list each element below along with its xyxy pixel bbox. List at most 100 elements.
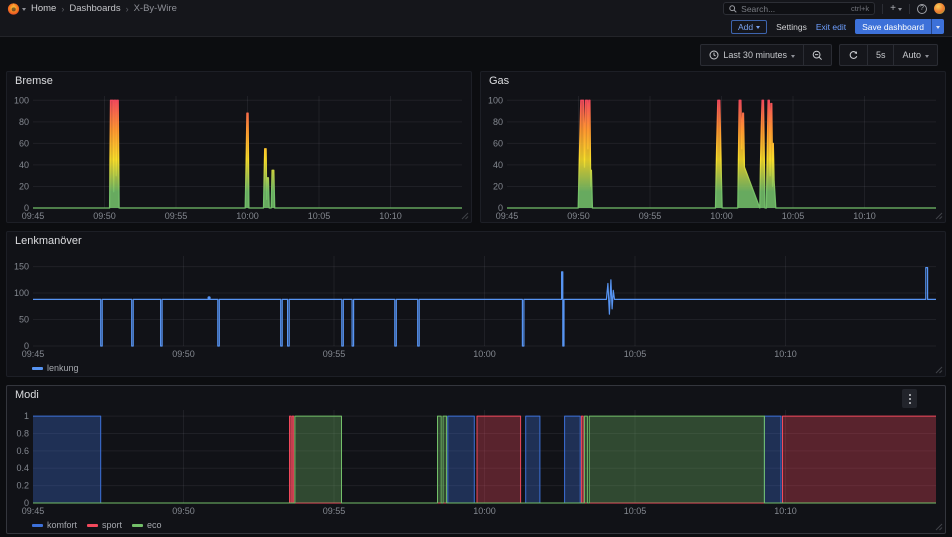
svg-text:80: 80 bbox=[493, 117, 503, 127]
panel-resize-handle[interactable] bbox=[935, 212, 943, 220]
clock-icon bbox=[709, 50, 719, 60]
exit-edit-button[interactable]: Exit edit bbox=[816, 22, 846, 32]
edit-toolbar: Add Settings Exit edit Save dashboard bbox=[0, 17, 952, 37]
legend-item-eco[interactable]: eco bbox=[132, 520, 162, 530]
panel-modi-title[interactable]: Modi bbox=[15, 389, 39, 401]
logo-chevron-down-icon bbox=[22, 8, 26, 13]
panel-bremse-title[interactable]: Bremse bbox=[15, 75, 53, 87]
breadcrumb-separator: › bbox=[61, 3, 65, 14]
svg-text:10:05: 10:05 bbox=[624, 349, 647, 359]
panel-row-2: Lenkmanöver 0 50 100 150 09:45 09:50 09:55 10:0… bbox=[6, 231, 946, 377]
panel-menu-kebab-icon[interactable] bbox=[902, 389, 917, 408]
panel-bremse-header: Bremse bbox=[7, 72, 471, 90]
svg-text:09:45: 09:45 bbox=[496, 211, 519, 221]
legend-label: komfort bbox=[47, 520, 78, 530]
panel-resize-handle[interactable] bbox=[935, 523, 943, 531]
svg-text:10:10: 10:10 bbox=[774, 506, 797, 516]
modi-chart[interactable]: 00.20.40.60.8109:45 09:50 09:55 10:00 10:05 1… bbox=[7, 404, 945, 517]
svg-text:1: 1 bbox=[24, 411, 29, 421]
panel-row-1: Bremse 0 20 40 60 80 100 09:45 09:50 09:55 10:00 1… bbox=[6, 71, 946, 223]
breadcrumb-current: X-By-Wire bbox=[133, 3, 177, 14]
svg-text:10:05: 10:05 bbox=[624, 506, 647, 516]
search-input-box[interactable]: ctrl+k bbox=[723, 2, 876, 15]
svg-text:10:10: 10:10 bbox=[853, 211, 876, 221]
panel-gas-title[interactable]: Gas bbox=[489, 75, 509, 87]
time-range-label: Last 30 minutes bbox=[723, 50, 787, 60]
auto-refresh-chevron-icon bbox=[925, 54, 929, 60]
svg-text:60: 60 bbox=[493, 138, 503, 148]
gas-chart[interactable]: 02040608010009:45 09:50 09:55 10:00 10:05 10:… bbox=[481, 90, 945, 222]
zoom-out-button[interactable] bbox=[802, 45, 831, 65]
panel-bremse: Bremse 0 20 40 60 80 100 09:45 09:50 09:55 10:00 1… bbox=[6, 71, 472, 223]
panel-gas-header: Gas bbox=[481, 72, 945, 90]
svg-text:100: 100 bbox=[14, 288, 29, 298]
legend-label: lenkung bbox=[47, 363, 79, 373]
legend-item-komfort[interactable]: komfort bbox=[32, 520, 77, 530]
time-range-picker[interactable]: Last 30 minutes bbox=[701, 45, 803, 65]
plus-icon: + bbox=[890, 3, 896, 14]
panel-modi: Modi 0 0.2 0.4 0.6 0.8 1 09:45 09:50 09:55 10:00 1… bbox=[6, 385, 946, 534]
svg-text:40: 40 bbox=[19, 160, 29, 170]
svg-text:50: 50 bbox=[19, 315, 29, 325]
breadcrumb-home[interactable]: Home bbox=[31, 3, 56, 14]
grafana-logo-menu[interactable] bbox=[7, 2, 26, 15]
svg-text:10:05: 10:05 bbox=[782, 211, 805, 221]
save-chevron-down-icon bbox=[936, 26, 940, 31]
svg-text:10:00: 10:00 bbox=[473, 506, 496, 516]
save-dashboard-options-button[interactable] bbox=[931, 19, 944, 34]
lenkmanoever-chart[interactable]: 05010015009:45 09:50 09:55 10:00 10:05 10:10 bbox=[7, 250, 945, 360]
svg-text:09:45: 09:45 bbox=[22, 349, 45, 359]
svg-text:10:10: 10:10 bbox=[774, 349, 797, 359]
panel-lenkmanoever: Lenkmanöver 0 50 100 150 09:45 09:50 09:55 10:0… bbox=[6, 231, 946, 377]
auto-refresh-picker[interactable]: Auto bbox=[893, 45, 937, 65]
legend-color-chip bbox=[32, 366, 43, 370]
breadcrumb-dashboards[interactable]: Dashboards bbox=[69, 3, 120, 14]
svg-text:09:50: 09:50 bbox=[172, 349, 195, 359]
modi-legend: komfort sport eco bbox=[7, 517, 945, 533]
refresh-group: 5s Auto bbox=[838, 44, 938, 66]
search-icon bbox=[729, 4, 737, 13]
svg-text:10:00: 10:00 bbox=[236, 211, 259, 221]
panel-lenkmanoever-title[interactable]: Lenkmanöver bbox=[15, 235, 82, 247]
svg-text:09:55: 09:55 bbox=[639, 211, 662, 221]
search-shortcut: ctrl+k bbox=[851, 4, 870, 13]
svg-text:09:50: 09:50 bbox=[567, 211, 590, 221]
legend-item-sport[interactable]: sport bbox=[87, 520, 122, 530]
svg-text:10:05: 10:05 bbox=[308, 211, 331, 221]
save-dashboard-button[interactable]: Save dashboard bbox=[855, 19, 931, 34]
refresh-button[interactable] bbox=[840, 45, 867, 65]
svg-text:09:55: 09:55 bbox=[323, 506, 346, 516]
svg-text:0.6: 0.6 bbox=[16, 446, 29, 456]
time-controls-bar: Last 30 minutes 5s Auto bbox=[6, 37, 946, 71]
svg-text:09:55: 09:55 bbox=[323, 349, 346, 359]
auto-refresh-label: Auto bbox=[902, 50, 921, 60]
svg-text:100: 100 bbox=[14, 95, 29, 105]
svg-text:150: 150 bbox=[14, 262, 29, 272]
user-avatar[interactable] bbox=[934, 3, 945, 14]
panel-resize-handle[interactable] bbox=[461, 212, 469, 220]
add-button-label: Add bbox=[737, 21, 754, 32]
refresh-interval-label[interactable]: 5s bbox=[866, 45, 894, 65]
svg-text:60: 60 bbox=[19, 138, 29, 148]
legend-color-chip bbox=[132, 523, 144, 527]
help-icon[interactable]: ? bbox=[917, 3, 927, 14]
legend-color-chip bbox=[87, 523, 99, 527]
breadcrumb-separator: › bbox=[125, 3, 129, 14]
svg-text:40: 40 bbox=[493, 160, 503, 170]
search-input[interactable] bbox=[741, 3, 848, 14]
svg-text:100: 100 bbox=[488, 95, 503, 105]
nav-divider bbox=[882, 3, 884, 14]
panel-row-3: Modi 0 0.2 0.4 0.6 0.8 1 09:45 09:50 09:55 10:00 1… bbox=[6, 385, 946, 534]
add-button[interactable]: Add bbox=[730, 19, 768, 34]
svg-text:80: 80 bbox=[19, 117, 29, 127]
svg-text:09:50: 09:50 bbox=[93, 211, 116, 221]
breadcrumb: Home › Dashboards › X-By-Wire bbox=[31, 3, 177, 14]
settings-button[interactable]: Settings bbox=[776, 22, 807, 32]
panel-gas: Gas 0 20 40 60 80 100 09:45 09:50 09:55 10:00 10:0… bbox=[480, 71, 946, 223]
legend-label: sport bbox=[102, 520, 123, 530]
bremse-chart[interactable]: 02040608010009:45 09:50 09:55 10:00 10:05 10:… bbox=[7, 90, 471, 222]
svg-text:09:45: 09:45 bbox=[22, 211, 45, 221]
new-button[interactable]: + bbox=[890, 3, 902, 14]
panel-resize-handle[interactable] bbox=[935, 366, 943, 374]
legend-item-lenkung[interactable]: lenkung bbox=[32, 363, 79, 373]
